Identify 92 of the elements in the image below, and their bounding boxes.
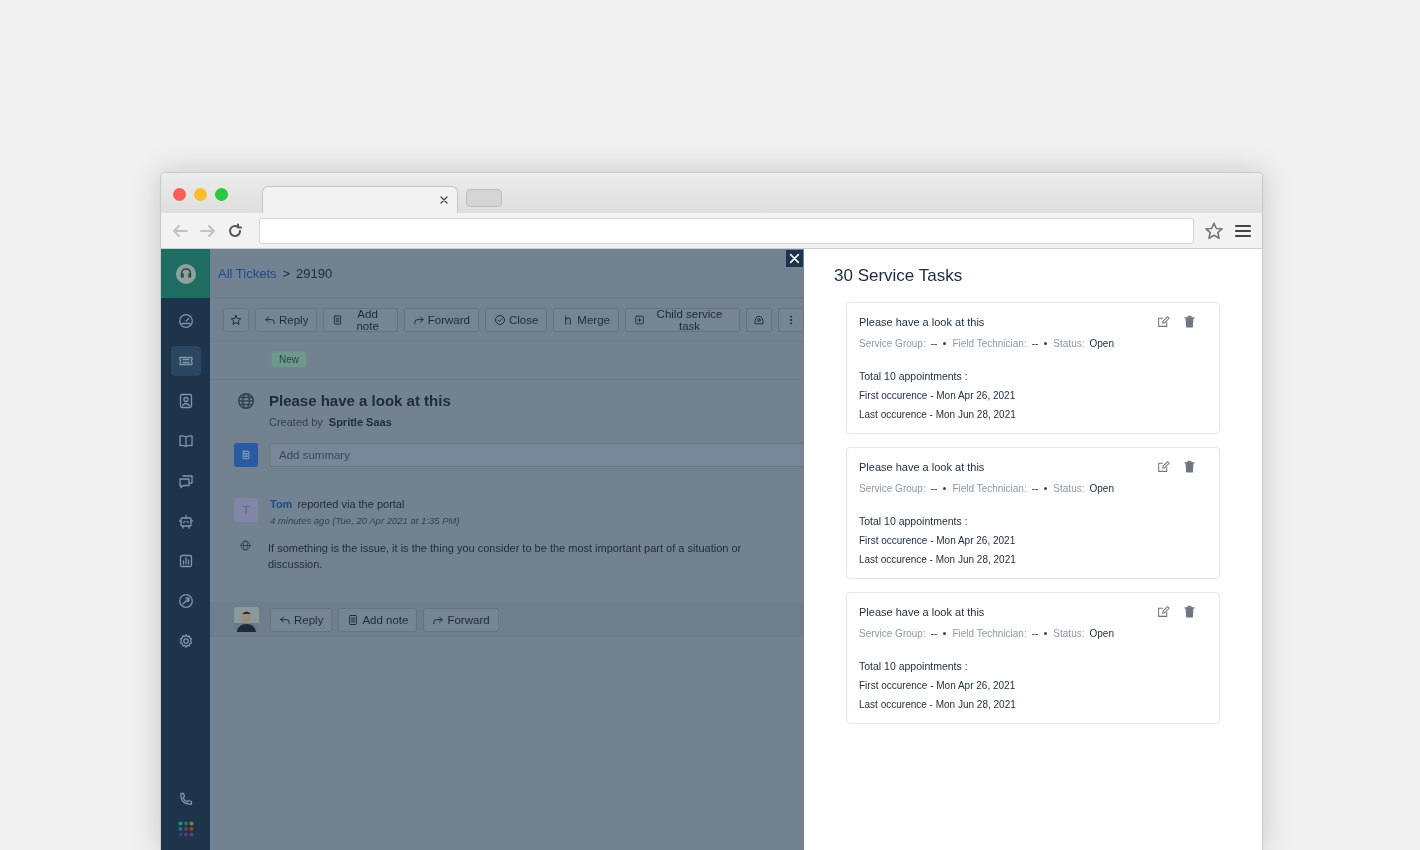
close-button[interactable]: Close (484, 308, 548, 332)
summary-icon (234, 443, 258, 467)
forward-icon (412, 314, 425, 326)
edit-icon[interactable] (1157, 315, 1170, 328)
panel-title: 30 Service Tasks (834, 266, 964, 286)
book-icon (177, 433, 194, 449)
timestamp: 4 minutes ago (Tue, 20 Apr 2021 at 1:35 PM) (270, 515, 460, 526)
creator-name: Spritle Saas (328, 416, 392, 428)
field-value: -- (930, 483, 938, 494)
close-panel-button[interactable] (786, 250, 803, 267)
phone-icon[interactable] (177, 791, 194, 807)
robot-icon (177, 513, 194, 529)
sidebar-item[interactable] (170, 346, 201, 376)
note-icon (347, 613, 360, 626)
appointments-total: Total 10 appointments : (859, 515, 969, 527)
window-close-button[interactable] (173, 187, 186, 201)
wrench-icon (177, 593, 194, 609)
field-label: Status: (1053, 483, 1085, 494)
gauge-icon (177, 313, 194, 329)
field-value: -- (1031, 628, 1039, 639)
field-value: -- (930, 628, 938, 639)
breadcrumb-link[interactable]: All Tickets (218, 265, 277, 281)
bookmark-star-icon[interactable] (1204, 220, 1224, 241)
last-occurrence: Last occurence - Mon Jun 28, 2021 (859, 554, 1017, 565)
task-title: Please have a look at this (859, 315, 985, 328)
contact-icon (177, 393, 194, 409)
edit-icon[interactable] (1157, 605, 1170, 618)
add-note-button[interactable]: Add note (338, 607, 418, 632)
address-field[interactable] (259, 217, 1194, 244)
chat-icon (177, 473, 194, 489)
field-value: Open (1089, 338, 1114, 349)
last-occurrence: Last occurence - Mon Jun 28, 2021 (859, 699, 1017, 710)
ticket-title: Please have a look at this (269, 392, 451, 409)
add-note-button[interactable]: Add note (323, 308, 398, 332)
first-occurrence: First occurence - Mon Apr 26, 2021 (859, 680, 1017, 691)
field-label: Field Technician: (952, 628, 1027, 639)
field-value: Open (1089, 628, 1114, 639)
globe-icon (240, 540, 251, 551)
edit-icon[interactable] (1157, 460, 1170, 473)
field-label: Status: (1053, 338, 1085, 349)
forward-button[interactable]: Forward (403, 308, 479, 332)
status-badge: New (271, 351, 307, 368)
field-label: Field Technician: (952, 483, 1027, 494)
forward-icon (432, 613, 445, 626)
close-icon (789, 253, 800, 264)
task-title: Please have a look at this (859, 605, 985, 618)
field-label: Service Group: (859, 483, 926, 494)
close-icon[interactable] (439, 195, 449, 205)
author-link[interactable]: Tom (270, 498, 293, 510)
check-circle-icon (493, 314, 506, 326)
task-title: Please have a look at this (859, 460, 985, 473)
field-label: Status: (1053, 628, 1085, 639)
field-value: -- (930, 338, 938, 349)
star-icon (230, 314, 242, 326)
merge-button[interactable]: Merge (553, 308, 619, 332)
field-label: Service Group: (859, 338, 926, 349)
reply-button[interactable]: Reply (255, 308, 318, 332)
field-label: Field Technician: (952, 338, 1027, 349)
watch-button[interactable] (746, 308, 772, 332)
delete-icon[interactable] (1184, 605, 1195, 618)
menu-icon[interactable] (1234, 223, 1252, 238)
delete-icon[interactable] (1184, 315, 1195, 328)
created-by-label: Created by (269, 416, 323, 428)
summary-field[interactable]: Add summary (269, 443, 804, 467)
message-text: If something is the issue, it is the thing you consider to be the most important part of a situation or discussion. (268, 541, 743, 572)
first-occurrence: First occurence - Mon Apr 26, 2021 (859, 535, 1017, 546)
chart-icon (177, 553, 194, 569)
ticket-number: 29190 (296, 265, 333, 281)
reply-icon (264, 314, 276, 326)
note-icon (332, 314, 344, 326)
field-value: -- (1031, 338, 1039, 349)
star-button[interactable] (223, 308, 249, 332)
apps-grid-icon[interactable] (177, 821, 194, 837)
last-occurrence: Last occurence - Mon Jun 28, 2021 (859, 409, 1017, 420)
appointments-total: Total 10 appointments : (859, 370, 969, 382)
breadcrumb-separator: > (282, 265, 291, 281)
child-task-button[interactable]: Child service task (624, 308, 740, 332)
field-value: Open (1089, 483, 1114, 494)
delete-icon[interactable] (1184, 460, 1195, 473)
reply-icon (279, 613, 291, 626)
globe-icon (237, 392, 255, 410)
reply-button[interactable]: Reply (270, 607, 333, 632)
forward-button[interactable]: Forward (423, 607, 499, 632)
first-occurrence: First occurence - Mon Apr 26, 2021 (859, 390, 1017, 401)
reported-text: reported via the portal (297, 498, 405, 510)
field-value: -- (1031, 483, 1039, 494)
plus-square-icon (633, 314, 645, 326)
settings-icon (177, 633, 194, 649)
appointments-total: Total 10 appointments : (859, 660, 969, 672)
field-label: Service Group: (859, 628, 926, 639)
headset-logo-icon[interactable] (174, 262, 197, 285)
reload-icon[interactable] (227, 222, 243, 239)
